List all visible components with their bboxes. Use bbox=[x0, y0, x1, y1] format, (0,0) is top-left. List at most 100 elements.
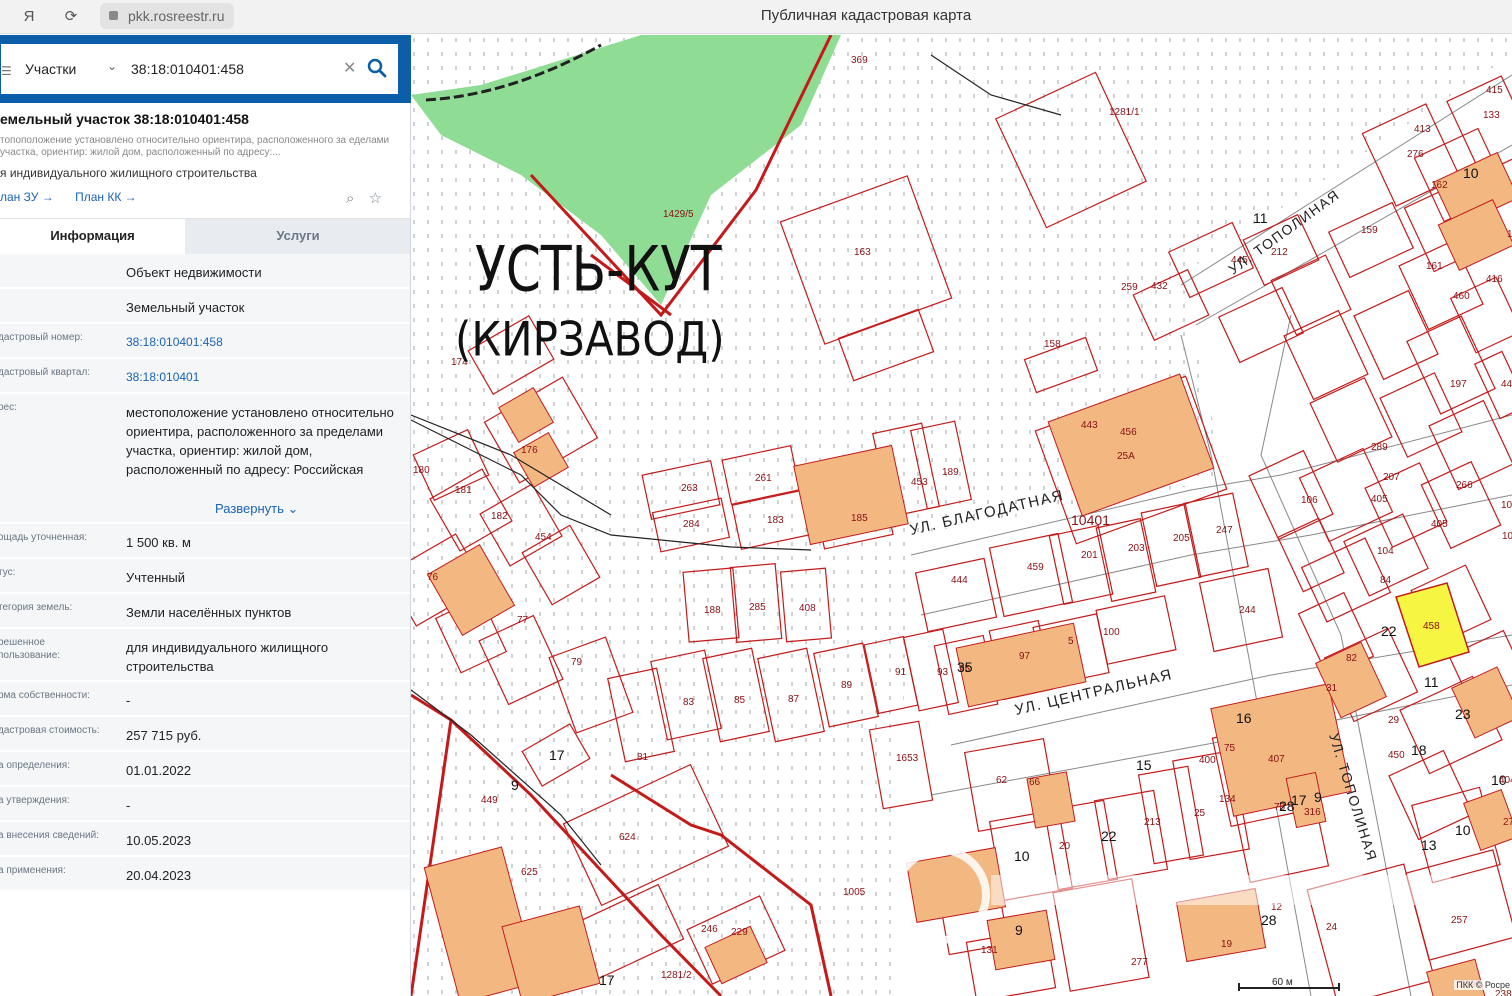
search-box: ☰ Участки ⌄ ✕ bbox=[0, 43, 399, 95]
info-panel: ☰ Участки ⌄ ✕ емельный участок 38:18:010… bbox=[0, 35, 411, 996]
search-input[interactable] bbox=[131, 61, 331, 77]
parcel-label: 17 bbox=[599, 972, 615, 988]
info-value: Земли населённых пунктов bbox=[126, 605, 292, 620]
building bbox=[986, 909, 1056, 971]
parcel-label: 1429/5 bbox=[663, 209, 694, 220]
parcel-label: 185 bbox=[851, 513, 868, 524]
parcel-label: 25А bbox=[1117, 451, 1135, 462]
info-row-area: ощадь уточненная: 1 500 кв. м bbox=[0, 524, 410, 559]
parcel-label: 276 bbox=[1407, 149, 1424, 160]
parcel-label: 5 bbox=[1068, 636, 1074, 647]
parcel-label: 11 bbox=[1253, 210, 1268, 226]
info-value: для индивидуального жилищного строительс… bbox=[126, 640, 329, 674]
parcel-label: 79 bbox=[571, 657, 583, 668]
menu-icon[interactable]: ☰ bbox=[1, 64, 12, 78]
district-label: (КИРЗАВОД) bbox=[455, 312, 725, 367]
favorite-star-icon[interactable]: ☆ bbox=[369, 190, 382, 207]
parcel-label: 460 bbox=[1453, 291, 1470, 302]
parcel-label: 261 bbox=[755, 473, 772, 484]
info-value: 01.01.2022 bbox=[126, 763, 192, 778]
scale-label: 60 м bbox=[1272, 977, 1293, 988]
parcel-label: 459 bbox=[1027, 562, 1044, 573]
zoom-to-object-icon[interactable]: ⌕ bbox=[346, 190, 354, 207]
parcel-label: 107 bbox=[1501, 500, 1512, 511]
parcel-label: 416 bbox=[1486, 274, 1503, 285]
parcel-label: 62 bbox=[996, 775, 1008, 786]
parcel-label: 316 bbox=[1304, 807, 1321, 818]
parcel-label: 77 bbox=[517, 615, 529, 626]
parcel-label: 161 bbox=[1426, 261, 1443, 272]
parcel-label: 201 bbox=[1081, 550, 1098, 561]
parcel-label: 105 bbox=[1502, 531, 1512, 542]
expand-link[interactable]: Развернуть ⌄ bbox=[215, 501, 298, 517]
parcel-label: 197 bbox=[1450, 379, 1467, 390]
info-label: тус: bbox=[0, 567, 16, 578]
parcel-label: 17 bbox=[549, 747, 565, 763]
parcel-label: 238 bbox=[1495, 989, 1512, 996]
object-actions: ⌕ ☆ bbox=[346, 189, 382, 207]
parcel-label: 405 bbox=[1371, 494, 1388, 505]
parcel-label: 456 bbox=[1120, 427, 1137, 438]
parcel-label: 16 bbox=[1236, 710, 1252, 726]
selected-parcel-label: 458 bbox=[1423, 621, 1440, 632]
parcel-label: 18 bbox=[1411, 742, 1427, 758]
plan-links: лан ЗУ → План КК → bbox=[0, 190, 155, 204]
parcel-label: 1005 bbox=[843, 887, 866, 898]
parcel-label: 407 bbox=[1268, 754, 1285, 765]
parcel-label: 229 bbox=[731, 927, 748, 938]
parcel-label: 405 bbox=[1431, 519, 1448, 530]
parcel-label: 28 bbox=[1261, 912, 1277, 928]
tab-services[interactable]: Услуги bbox=[185, 219, 410, 255]
info-label: рма собственности: bbox=[0, 690, 90, 701]
info-value: 1 500 кв. м bbox=[126, 535, 191, 550]
parcel-label: 207 bbox=[1383, 472, 1400, 483]
cadastral-quarter-link[interactable]: 38:18:010401 bbox=[126, 368, 398, 387]
info-value: Земельный участок bbox=[126, 300, 245, 315]
parcel-label: 84 bbox=[1380, 575, 1392, 586]
info-value: Учтенный bbox=[126, 570, 186, 585]
parcel-label: 31 bbox=[1326, 683, 1338, 694]
parcel-label: 444 bbox=[951, 575, 968, 586]
parcel-label: 413 bbox=[1414, 124, 1431, 135]
info-label-line: пользование: bbox=[0, 650, 61, 661]
parcel-label: 400 bbox=[1199, 755, 1216, 766]
clear-icon[interactable]: ✕ bbox=[343, 58, 356, 78]
parcel-label: 24 bbox=[1326, 922, 1338, 933]
info-row-cadastral-number: дастровый номер: 38:18:010401:458 bbox=[0, 324, 410, 359]
info-row-kind: : Земельный участок bbox=[0, 289, 410, 324]
info-label: ощадь уточненная: bbox=[0, 532, 88, 543]
parcel-label: 35 bbox=[957, 659, 973, 675]
parcel-label: 247 bbox=[1216, 525, 1233, 536]
info-tabs: Информация Услуги bbox=[0, 218, 410, 255]
info-row-date-entry: а внесения сведений: 10.05.2023 bbox=[0, 822, 410, 857]
cadastral-map[interactable]: 369 1281/1 1429/5 163 158 443 456 25А 174 176 180 1… bbox=[411, 35, 1512, 996]
parcel-label: 404 bbox=[1499, 775, 1512, 786]
parcel-label: 9 bbox=[511, 777, 519, 793]
search-category-select[interactable]: Участки bbox=[25, 61, 76, 77]
parcel-label: 133 bbox=[1483, 110, 1500, 121]
plan-kk-link[interactable]: План КК → bbox=[75, 190, 137, 204]
tab-info[interactable]: Информация bbox=[0, 219, 185, 255]
parcel-label: 625 bbox=[521, 867, 538, 878]
info-label-line: решенное bbox=[0, 637, 45, 648]
info-value: 257 715 руб. bbox=[126, 728, 202, 743]
info-table: : Объект недвижимости : Земельный участо… bbox=[0, 254, 410, 892]
map-canvas[interactable]: 3691281/11429/516315844345625А1741761801… bbox=[411, 35, 1512, 996]
info-label: : bbox=[0, 261, 116, 274]
plan-zu-link[interactable]: лан ЗУ → bbox=[0, 190, 54, 204]
parcel-label: 76 bbox=[427, 572, 439, 583]
cadastral-number-link[interactable]: 38:18:010401:458 bbox=[126, 333, 398, 352]
parcel-label: 91 bbox=[895, 667, 907, 678]
parcel-label: 10 bbox=[1455, 822, 1471, 838]
parcel-label: 449 bbox=[481, 795, 498, 806]
parcel-label: 9 bbox=[1015, 922, 1023, 938]
search-icon[interactable] bbox=[365, 56, 389, 80]
chevron-down-icon[interactable]: ⌄ bbox=[107, 59, 117, 73]
parcel-label: 246 bbox=[701, 924, 718, 935]
parcel-label: 266 bbox=[1456, 480, 1473, 491]
parcel-label: 624 bbox=[619, 832, 636, 843]
parcel-label: 205 bbox=[1173, 533, 1190, 544]
info-row-date-application: а применения: 20.04.2023 bbox=[0, 857, 410, 892]
parcel-label: 454 bbox=[535, 532, 552, 543]
info-label: : bbox=[0, 296, 116, 309]
